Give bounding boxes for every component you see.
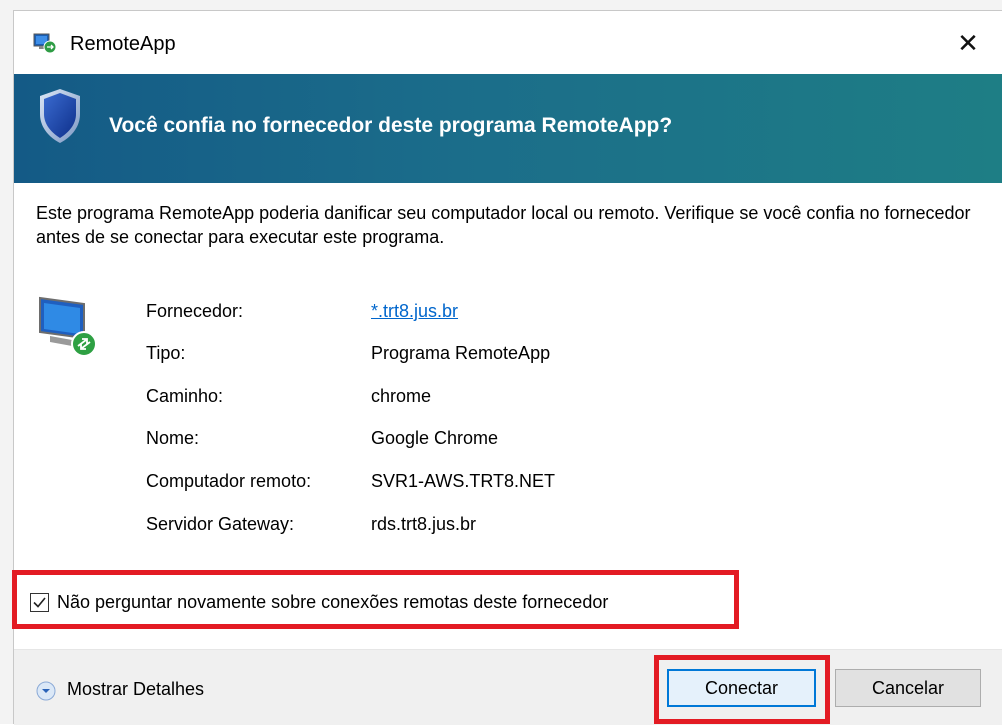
dont-ask-checkbox[interactable]: [30, 593, 49, 612]
shield-icon: [40, 89, 80, 143]
detail-label-caminho: Caminho:: [146, 386, 224, 406]
detail-label-nome: Nome:: [146, 428, 200, 448]
detail-value-computador-remoto: SVR1-AWS.TRT8.NET: [371, 471, 556, 491]
cancel-button[interactable]: Cancelar: [835, 669, 981, 707]
title-bar: RemoteApp ✕: [14, 11, 1002, 74]
detail-value-caminho: chrome: [371, 386, 432, 406]
description-text: Este programa RemoteApp poderia danifica…: [36, 203, 971, 247]
warning-banner: Você confia no fornecedor deste programa…: [14, 74, 1002, 183]
publisher-link[interactable]: *.trt8.jus.br: [371, 301, 458, 321]
detail-label-fornecedor: Fornecedor:: [146, 301, 244, 321]
detail-value-nome: Google Chrome: [371, 428, 499, 448]
connect-button[interactable]: Conectar: [667, 669, 816, 707]
detail-value-tipo: Programa RemoteApp: [371, 343, 551, 363]
remoteapp-dialog: RemoteApp ✕ Você confia no fornecedor de…: [12, 10, 1002, 725]
dont-ask-label[interactable]: Não perguntar novamente sobre conexões r…: [57, 592, 608, 613]
remoteapp-icon: [33, 33, 57, 54]
detail-label-computador-remoto: Computador remoto:: [146, 471, 312, 491]
banner-question: Você confia no fornecedor deste programa…: [109, 114, 673, 137]
monitor-remote-icon: [39, 296, 97, 357]
detail-label-servidor-gateway: Servidor Gateway:: [146, 514, 295, 534]
close-button[interactable]: ✕: [948, 25, 988, 61]
show-details-button[interactable]: Mostrar Detalhes: [67, 679, 204, 700]
background-strip-top: [0, 0, 1002, 10]
checkmark-icon: [33, 597, 46, 608]
dialog-footer: Mostrar Detalhes Conectar Cancelar: [14, 650, 1002, 725]
detail-label-tipo: Tipo:: [146, 343, 186, 363]
detail-value-servidor-gateway: rds.trt8.jus.br: [371, 514, 477, 534]
window-title: RemoteApp: [70, 33, 176, 55]
chevron-down-circle-icon[interactable]: [36, 681, 56, 701]
